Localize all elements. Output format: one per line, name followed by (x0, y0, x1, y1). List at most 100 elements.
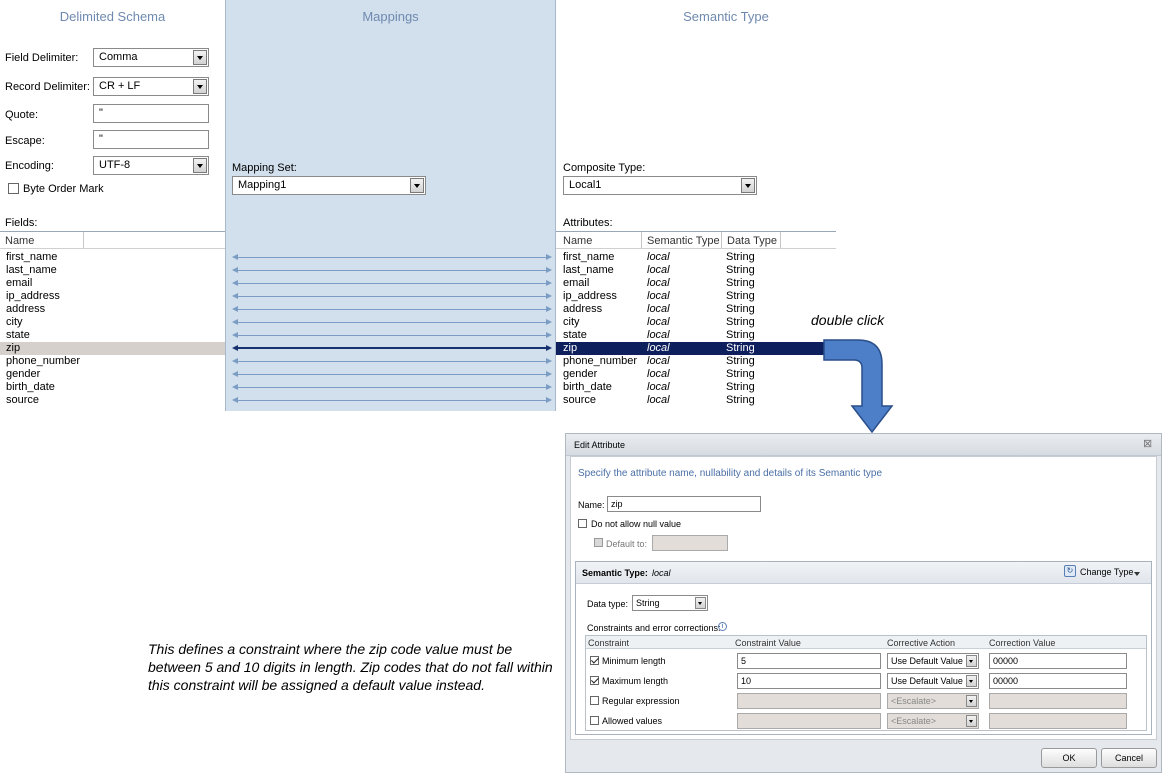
attribute-type-cell: String (726, 316, 755, 328)
mapping-arrow[interactable] (232, 344, 552, 353)
corrective-action-select[interactable]: <Escalate> (887, 693, 979, 709)
correction-value-input[interactable]: 00000 (989, 653, 1127, 669)
mapping-arrow[interactable] (232, 266, 552, 275)
attribute-row[interactable]: phone_number local String (556, 355, 826, 368)
attribute-row[interactable]: birth_date local String (556, 381, 826, 394)
mapping-arrow[interactable] (232, 279, 552, 288)
fields-header-top-line (0, 231, 225, 232)
escape-input[interactable]: " (93, 130, 209, 149)
constraint-value-input[interactable]: 10 (737, 673, 881, 689)
no-null-checkbox[interactable] (578, 519, 587, 528)
attributes-name-header: Name (563, 235, 593, 247)
field-delimiter-value: Comma (99, 51, 138, 63)
default-to-input[interactable] (652, 535, 728, 551)
fields-label: Fields: (5, 217, 38, 229)
change-type-icon[interactable]: ↻ (1064, 565, 1076, 577)
attribute-row[interactable]: ip_address local String (556, 290, 826, 303)
arrowhead-icon (546, 319, 552, 325)
field-row[interactable]: state (6, 329, 30, 342)
mapping-arrow[interactable] (232, 383, 552, 392)
encoding-select[interactable]: UTF-8 (93, 156, 209, 175)
field-row[interactable]: birth_date (6, 381, 55, 394)
constraint-value-input[interactable] (737, 713, 881, 729)
dropdown-arrow-icon[interactable] (193, 79, 207, 94)
quote-input[interactable]: " (93, 104, 209, 123)
composite-type-select[interactable]: Local1 (563, 176, 757, 195)
field-row[interactable]: gender (6, 368, 40, 381)
attribute-type-cell: String (726, 329, 755, 341)
field-row[interactable]: address (6, 303, 45, 316)
mapping-arrow[interactable] (232, 318, 552, 327)
constraint-value-input[interactable]: 5 (737, 653, 881, 669)
dropdown-arrow-icon[interactable] (193, 158, 207, 173)
mapping-arrow[interactable] (232, 331, 552, 340)
mapping-arrow[interactable] (232, 396, 552, 405)
constraint-checkbox[interactable] (590, 656, 599, 665)
attribute-row[interactable]: email local String (556, 277, 826, 290)
attribute-row[interactable]: last_name local String (556, 264, 826, 277)
constraint-checkbox[interactable] (590, 716, 599, 725)
change-type-button[interactable]: Change Type (1080, 567, 1133, 577)
encoding-label: Encoding: (5, 160, 54, 172)
chevron-down-icon[interactable] (1134, 572, 1140, 576)
constraint-checkbox[interactable] (590, 676, 599, 685)
dropdown-arrow-icon[interactable] (966, 695, 977, 707)
corrective-action-select[interactable]: Use Default Value (887, 673, 979, 689)
field-row[interactable]: ip_address (6, 290, 60, 303)
mapping-arrow[interactable] (232, 357, 552, 366)
attribute-row[interactable]: source local String (556, 394, 826, 407)
corrective-action-select[interactable]: <Escalate> (887, 713, 979, 729)
ok-button[interactable]: OK (1041, 748, 1097, 768)
default-to-checkbox[interactable] (594, 538, 603, 547)
corrective-action-select[interactable]: Use Default Value (887, 653, 979, 669)
attribute-row[interactable]: first_name local String (556, 251, 826, 264)
field-row[interactable]: first_name (6, 251, 57, 264)
constraint-value-input[interactable] (737, 693, 881, 709)
field-row[interactable]: phone_number (6, 355, 80, 368)
mapping-set-value: Mapping1 (238, 179, 287, 191)
dropdown-arrow-icon[interactable] (695, 597, 706, 609)
composite-type-label: Composite Type: (563, 162, 646, 174)
data-type-select[interactable]: String (632, 595, 708, 611)
dropdown-arrow-icon[interactable] (741, 178, 755, 193)
attribute-row[interactable]: gender local String (556, 368, 826, 381)
dropdown-arrow-icon[interactable] (966, 655, 977, 667)
attribute-type-cell: String (726, 355, 755, 367)
dropdown-arrow-icon[interactable] (966, 715, 977, 727)
semantic-type-value: local (652, 568, 671, 578)
mapping-arrow[interactable] (232, 253, 552, 262)
correction-value-input[interactable]: 00000 (989, 673, 1127, 689)
field-row[interactable]: source (6, 394, 39, 407)
mapping-arrow[interactable] (232, 305, 552, 314)
constraint-checkbox[interactable] (590, 696, 599, 705)
attribute-row[interactable]: zip local String (556, 342, 826, 355)
attribute-type-cell: String (726, 342, 755, 354)
field-row[interactable]: zip (6, 342, 20, 355)
byte-order-mark-checkbox[interactable] (8, 183, 19, 194)
name-input[interactable]: zip (607, 496, 761, 512)
dropdown-arrow-icon[interactable] (193, 50, 207, 65)
arrowhead-icon (546, 384, 552, 390)
record-delimiter-value: CR + LF (99, 80, 141, 92)
mapping-set-select[interactable]: Mapping1 (232, 176, 426, 195)
mapping-arrow[interactable] (232, 370, 552, 379)
close-icon[interactable]: ⊠ (1143, 437, 1152, 450)
correction-value-input[interactable] (989, 693, 1127, 709)
dialog-title-bar (566, 434, 1161, 456)
attribute-row[interactable]: city local String (556, 316, 826, 329)
field-row[interactable]: city (6, 316, 23, 329)
attribute-row[interactable]: address local String (556, 303, 826, 316)
field-delimiter-select[interactable]: Comma (93, 48, 209, 67)
dropdown-arrow-icon[interactable] (966, 675, 977, 687)
attributes-header-divider-2 (721, 232, 722, 248)
field-row[interactable]: email (6, 277, 32, 290)
field-row[interactable]: last_name (6, 264, 57, 277)
correction-value-input[interactable] (989, 713, 1127, 729)
record-delimiter-select[interactable]: CR + LF (93, 77, 209, 96)
attribute-row[interactable]: state local String (556, 329, 826, 342)
mapping-arrow[interactable] (232, 292, 552, 301)
info-icon[interactable]: i (718, 622, 727, 631)
dropdown-arrow-icon[interactable] (410, 178, 424, 193)
attribute-type-cell: String (726, 277, 755, 289)
cancel-button[interactable]: Cancel (1101, 748, 1157, 768)
